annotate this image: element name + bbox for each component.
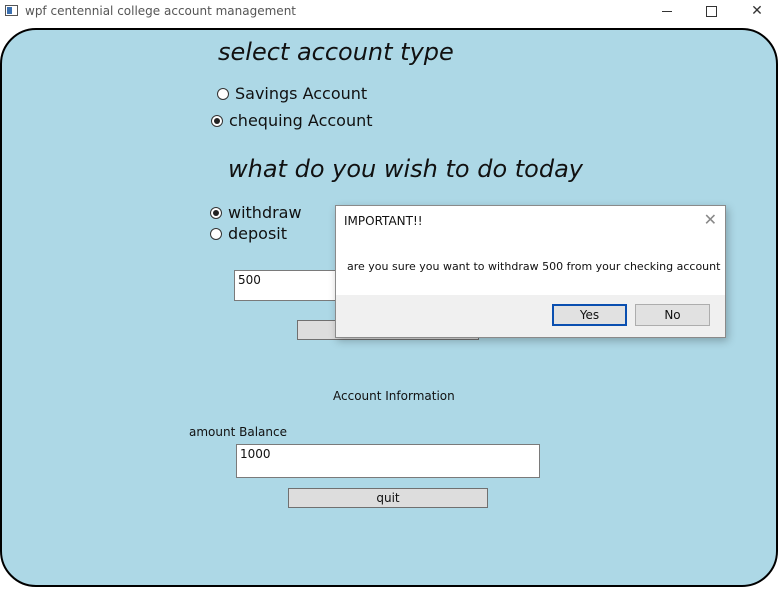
window-title: wpf centennial college account managemen…: [25, 4, 297, 18]
amount-balance-label: amount Balance: [189, 425, 287, 439]
dialog-close-icon[interactable]: ✕: [704, 210, 717, 230]
deposit-radio[interactable]: deposit: [210, 224, 287, 243]
yes-button[interactable]: Yes: [552, 304, 627, 326]
minimize-icon: [662, 10, 672, 12]
savings-account-label: Savings Account: [235, 84, 368, 103]
chequing-account-label: chequing Account: [229, 111, 373, 130]
balance-field[interactable]: 1000: [236, 444, 540, 478]
dialog-title: IMPORTANT!!: [344, 214, 423, 228]
radio-checked-icon[interactable]: [210, 206, 222, 219]
radio-unchecked-icon[interactable]: [217, 87, 229, 100]
withdraw-label: withdraw: [228, 203, 302, 222]
radio-unchecked-icon[interactable]: [210, 227, 222, 240]
close-button[interactable]: ✕: [734, 0, 778, 24]
dialog-message: are you sure you want to withdraw 500 fr…: [347, 260, 721, 273]
app-icon: [5, 5, 18, 16]
amount-input[interactable]: 500: [234, 270, 344, 301]
confirmation-dialog: IMPORTANT!! ✕ are you sure you want to w…: [335, 205, 726, 338]
quit-button[interactable]: quit: [288, 488, 488, 508]
action-heading: what do you wish to do today: [228, 155, 584, 183]
chequing-account-radio[interactable]: chequing Account: [211, 111, 373, 130]
radio-checked-icon[interactable]: [211, 114, 223, 127]
deposit-label: deposit: [228, 224, 287, 243]
savings-account-radio[interactable]: Savings Account: [217, 84, 367, 103]
withdraw-radio[interactable]: withdraw: [210, 203, 302, 222]
no-button[interactable]: No: [635, 304, 710, 326]
maximize-icon: [705, 5, 717, 17]
dialog-footer: Yes No: [336, 295, 725, 337]
maximize-button[interactable]: [688, 0, 734, 24]
account-information-heading: Account Information: [333, 389, 455, 403]
minimize-button[interactable]: [644, 0, 690, 24]
title-bar: wpf centennial college account managemen…: [0, 0, 778, 24]
account-type-heading: select account type: [218, 38, 454, 66]
close-icon: ✕: [751, 3, 763, 19]
